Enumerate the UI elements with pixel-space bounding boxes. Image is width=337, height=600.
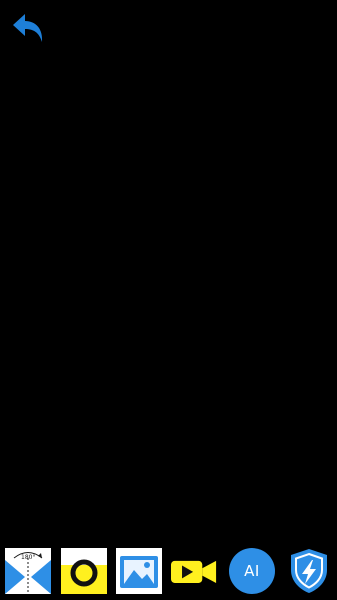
bottom-toolbar: 180° AI (0, 542, 337, 600)
camera-viewport (0, 0, 337, 540)
video-camera-icon (171, 560, 217, 583)
video-mode-button[interactable] (171, 548, 217, 594)
rotate-badge-label: 180° (21, 554, 35, 561)
gallery-image-icon (116, 548, 162, 594)
ai-label: AI (244, 562, 260, 580)
rotate-180-button[interactable]: 180° (5, 548, 51, 594)
protection-button[interactable] (286, 548, 332, 594)
rotate-180-icon: 180° (5, 548, 51, 594)
undo-arrow-icon (13, 14, 43, 42)
capture-button[interactable] (61, 548, 107, 594)
ai-badge-icon: AI (229, 548, 275, 594)
ai-button[interactable]: AI (229, 548, 275, 594)
shield-bolt-icon (291, 549, 327, 593)
gallery-button[interactable] (116, 548, 162, 594)
back-button[interactable] (10, 10, 48, 48)
shutter-ring-icon (61, 548, 107, 594)
